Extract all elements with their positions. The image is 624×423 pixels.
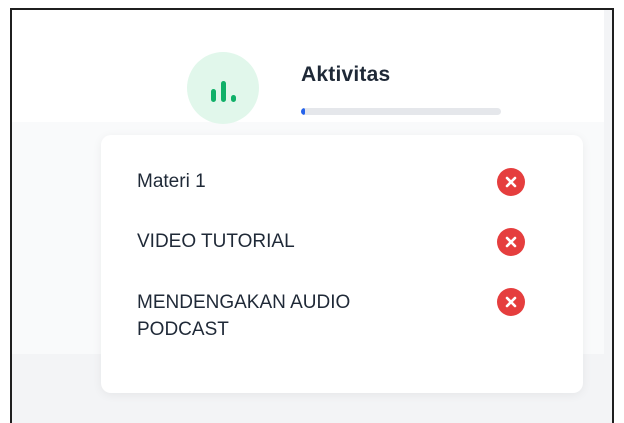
activity-progress-bar	[301, 108, 501, 115]
x-circle-icon	[497, 228, 525, 256]
bar-chart-icon-bar	[210, 89, 216, 102]
bar-chart-icon-bar	[230, 95, 236, 102]
activity-dropdown: Materi 1 VIDEO TUTORIAL MENDENGAKAN AUDI…	[101, 135, 583, 393]
bar-chart-icon[interactable]	[187, 52, 259, 124]
activity-title[interactable]: Aktivitas	[301, 63, 390, 87]
x-circle-icon	[497, 168, 525, 196]
activity-item-audio-podcast[interactable]: MENDENGAKAN AUDIO PODCAST	[137, 289, 437, 343]
bar-chart-icon-bar	[220, 81, 226, 102]
activity-progress-fill	[301, 108, 305, 115]
window-frame: Aktivitas Materi 1 VIDEO TUTORIAL MENDEN…	[10, 8, 614, 423]
activity-item-materi[interactable]: Materi 1	[137, 168, 437, 195]
scrollbar-track[interactable]	[604, 10, 612, 423]
x-circle-icon	[497, 288, 525, 316]
activity-item-video-tutorial[interactable]: VIDEO TUTORIAL	[137, 228, 437, 255]
